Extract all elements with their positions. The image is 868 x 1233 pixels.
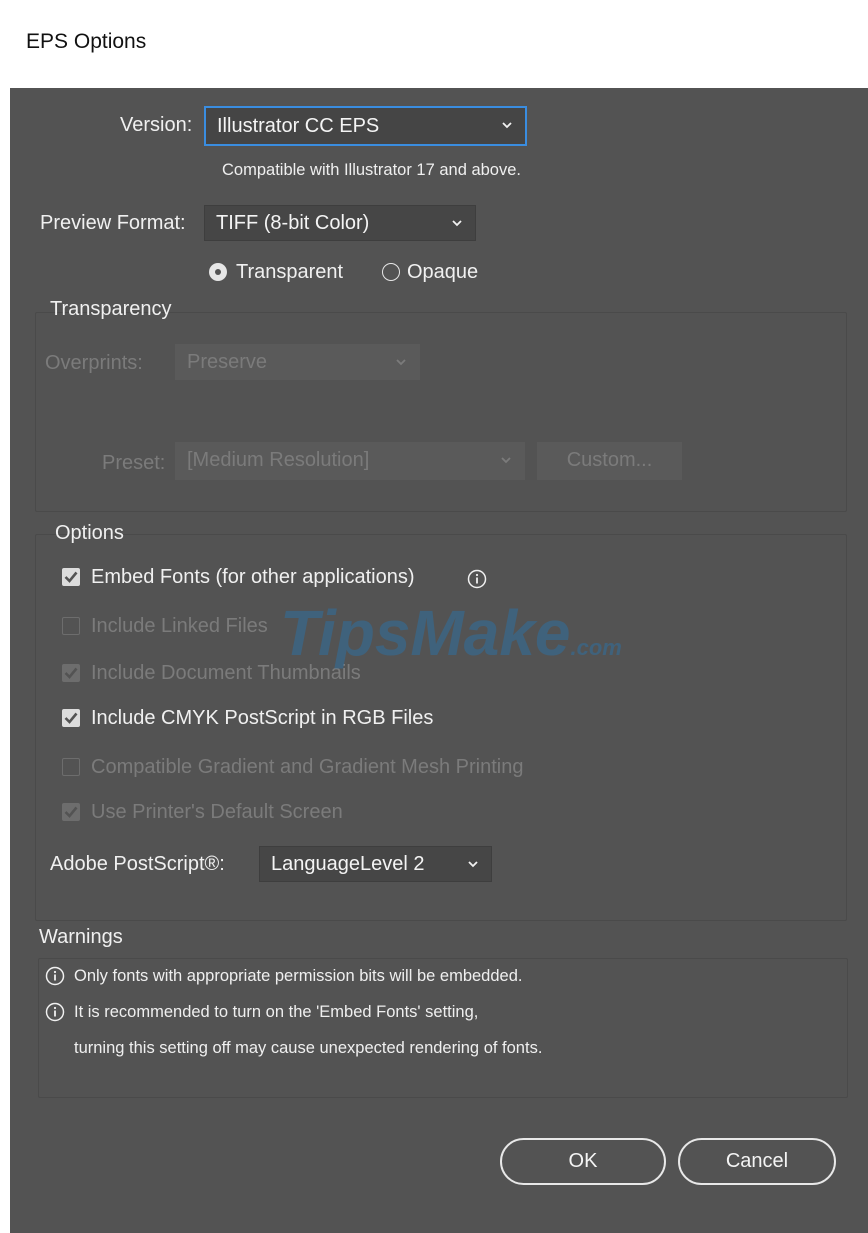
checkmark-icon: [64, 712, 78, 724]
eps-options-dialog: Version: Illustrator CC EPS Compatible w…: [10, 88, 868, 1233]
chevron-down-icon: [396, 359, 406, 366]
postscript-level-value: LanguageLevel 2: [271, 853, 425, 875]
include-linked-files-checkbox[interactable]: [62, 617, 80, 635]
transparency-heading: Transparency: [50, 298, 172, 320]
overprints-value: Preserve: [187, 351, 268, 373]
cancel-button[interactable]: Cancel: [678, 1138, 836, 1185]
opaque-radio[interactable]: [382, 263, 400, 281]
version-compat-note: Compatible with Illustrator 17 and above…: [222, 161, 521, 179]
preview-format-select[interactable]: TIFF (8-bit Color): [204, 205, 476, 241]
warnings-heading: Warnings: [39, 926, 123, 948]
warning-line-1: Only fonts with appropriate permission b…: [74, 967, 523, 985]
watermark-main: TipsMake: [280, 597, 571, 669]
opaque-radio-label[interactable]: Opaque: [407, 261, 478, 284]
overprints-label: Overprints:: [45, 352, 143, 374]
preset-select[interactable]: [Medium Resolution]: [175, 442, 525, 480]
version-select[interactable]: Illustrator CC EPS: [204, 106, 527, 146]
checkmark-icon: [64, 571, 78, 583]
overprints-select[interactable]: Preserve: [175, 344, 420, 380]
include-cmyk-postscript-checkbox[interactable]: [62, 709, 80, 727]
options-heading: Options: [55, 522, 124, 544]
preview-format-value: TIFF (8-bit Color): [216, 212, 370, 234]
cancel-button-label: Cancel: [725, 1150, 789, 1172]
ok-button-label: OK: [568, 1150, 598, 1172]
postscript-label: Adobe PostScript®:: [50, 853, 225, 875]
warning-line-3: turning this setting off may cause unexp…: [74, 1039, 543, 1057]
printer-default-screen-label: Use Printer's Default Screen: [91, 801, 343, 823]
embed-fonts-label[interactable]: Embed Fonts (for other applications): [91, 566, 415, 589]
include-cmyk-postscript-label[interactable]: Include CMYK PostScript in RGB Files: [91, 707, 433, 730]
watermark-suffix: .com: [570, 635, 622, 660]
include-thumbnails-checkbox[interactable]: [62, 664, 80, 682]
window-title: EPS Options: [26, 30, 147, 53]
ok-button[interactable]: OK: [500, 1138, 666, 1185]
compatible-gradient-label: Compatible Gradient and Gradient Mesh Pr…: [91, 756, 524, 778]
chevron-down-icon: [502, 122, 512, 129]
chevron-down-icon: [468, 861, 478, 868]
preset-label: Preset:: [102, 452, 166, 474]
warning-line-2: It is recommended to turn on the 'Embed …: [74, 1003, 479, 1021]
include-linked-files-label: Include Linked Files: [91, 615, 268, 637]
custom-button-label: Custom...: [566, 449, 653, 471]
info-icon[interactable]: [467, 569, 487, 589]
custom-button[interactable]: Custom...: [537, 442, 682, 480]
checkmark-icon: [64, 806, 78, 818]
printer-default-screen-checkbox[interactable]: [62, 803, 80, 821]
watermark-logo: TipsMake.com: [280, 596, 622, 670]
chevron-down-icon: [452, 220, 462, 227]
version-label: Version:: [120, 114, 193, 136]
embed-fonts-checkbox[interactable]: [62, 568, 80, 586]
radio-dot: [215, 269, 221, 275]
preset-value: [Medium Resolution]: [187, 449, 370, 471]
window-titlebar: EPS Options: [0, 0, 868, 88]
version-select-value: Illustrator CC EPS: [217, 115, 380, 137]
transparent-radio-label[interactable]: Transparent: [236, 261, 343, 284]
chevron-down-icon: [501, 457, 511, 464]
compatible-gradient-checkbox[interactable]: [62, 758, 80, 776]
transparent-radio[interactable]: [209, 263, 227, 281]
info-icon: [45, 1002, 65, 1022]
info-icon: [45, 966, 65, 986]
checkmark-icon: [64, 667, 78, 679]
transparency-group: [35, 312, 847, 512]
postscript-level-select[interactable]: LanguageLevel 2: [259, 846, 492, 882]
preview-format-label: Preview Format:: [40, 212, 186, 234]
